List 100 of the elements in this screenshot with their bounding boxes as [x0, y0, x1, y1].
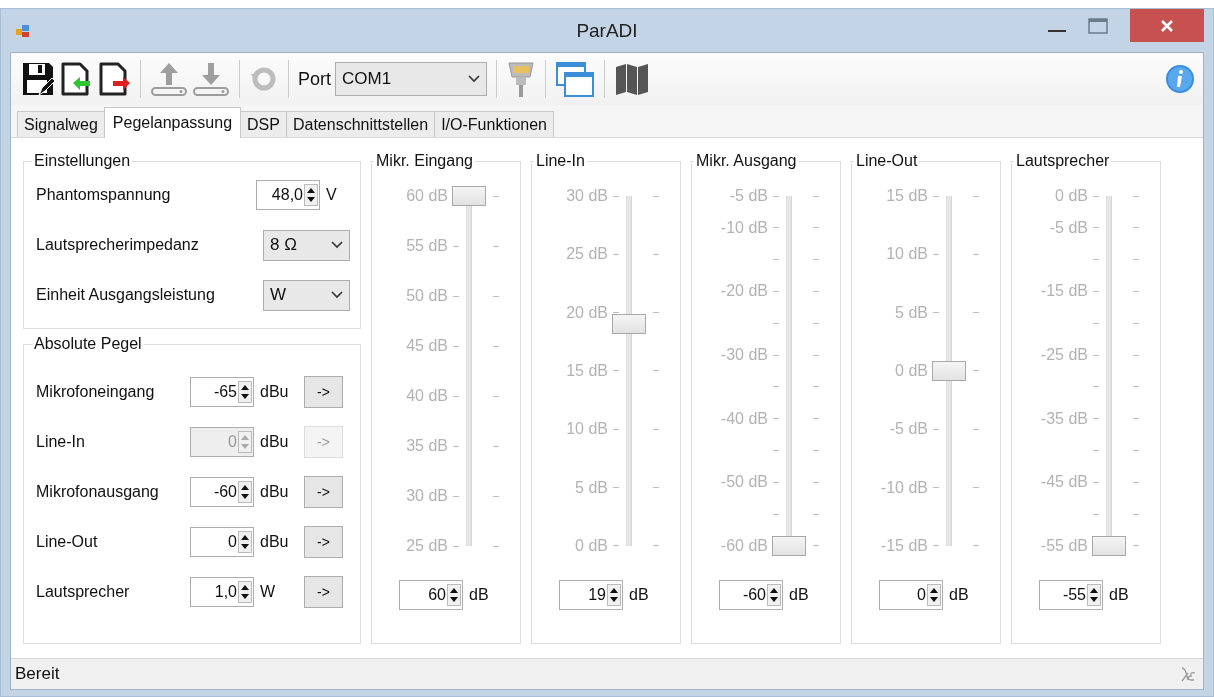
apply-button[interactable]: ->	[304, 476, 343, 508]
group-title: Absolute Pegel	[33, 335, 143, 353]
apply-button[interactable]: ->	[304, 576, 343, 608]
download-icon[interactable]	[192, 61, 230, 97]
tick-label: 5 dB	[894, 303, 928, 322]
tab[interactable]: DSP	[240, 111, 287, 137]
save-icon[interactable]	[21, 61, 55, 97]
slider-thumb[interactable]	[612, 314, 646, 335]
tick-label: -5 dB	[728, 187, 768, 205]
tick-label: 5 dB	[574, 478, 608, 497]
caret-icon	[468, 75, 480, 83]
slider-thumb[interactable]	[452, 186, 486, 206]
caret-icon	[331, 241, 343, 249]
tick-label: 60 dB	[405, 187, 448, 205]
tab[interactable]: Signalweg	[17, 111, 105, 137]
resize-grip-icon	[1179, 665, 1197, 683]
tab[interactable]: I/O-Funktionen	[434, 111, 554, 137]
spin-arrows-icon[interactable]	[238, 581, 252, 603]
tick-label: -15 dB	[879, 536, 928, 555]
tick-label: 20 dB	[565, 303, 608, 322]
setting-label: Einheit Ausgangsleistung	[35, 286, 216, 304]
spin-arrows-icon[interactable]	[304, 184, 318, 206]
close-icon	[1160, 18, 1174, 33]
connector-icon[interactable]	[506, 59, 536, 99]
tab[interactable]: Datenschnittstellen	[285, 111, 436, 137]
number-field[interactable]: -60	[719, 580, 783, 610]
document-import-icon[interactable]	[59, 61, 93, 97]
maximize-icon[interactable]	[1088, 17, 1108, 34]
number-field[interactable]: 0	[879, 580, 943, 610]
slider-thumb[interactable]	[772, 536, 806, 556]
level-label: Mikrofonausgang	[35, 483, 160, 501]
unit-label: dB	[629, 586, 650, 604]
apply-button[interactable]: ->	[304, 376, 343, 408]
group-title: Line-Out	[855, 152, 919, 170]
windows-icon[interactable]	[555, 60, 595, 98]
spin-arrows-icon[interactable]	[767, 584, 781, 606]
unit-label: V	[326, 186, 338, 204]
group-title: Einstellungen	[33, 152, 132, 170]
dropdown[interactable]: W	[263, 279, 350, 311]
tick-label: -20 dB	[719, 282, 768, 301]
spin-arrows-icon[interactable]	[238, 381, 252, 403]
number-field[interactable]: 60	[399, 580, 463, 610]
tab[interactable]: Pegelanpassung	[103, 107, 242, 138]
group-title: Lautsprecher	[1015, 152, 1111, 170]
close-button[interactable]	[1130, 9, 1204, 42]
apply-button[interactable]: ->	[304, 526, 343, 558]
unit-label: W	[260, 583, 277, 601]
map-icon[interactable]	[614, 61, 650, 97]
tick-label: 25 dB	[565, 245, 608, 264]
tick-label: -15 dB	[1039, 282, 1088, 301]
tick-label: 40 dB	[405, 387, 448, 405]
number-field[interactable]: -60	[190, 477, 254, 507]
unit-label: dB	[1109, 586, 1130, 604]
tick-label: 25 dB	[405, 537, 448, 555]
status-text: Bereit	[15, 664, 60, 684]
dropdown[interactable]: 8 Ω	[263, 229, 350, 261]
document-export-icon[interactable]	[97, 61, 131, 97]
tick-label: 0 dB	[574, 536, 608, 555]
setting-label: Phantomspannung	[35, 186, 172, 204]
spin-arrows-icon[interactable]	[1087, 584, 1101, 606]
spin-arrows-icon[interactable]	[238, 481, 252, 503]
tick-label: 0 dB	[1054, 187, 1088, 205]
level-label: Lautsprecher	[35, 583, 131, 601]
spin-arrows-icon[interactable]	[447, 584, 461, 606]
tick-label: 10 dB	[885, 245, 928, 264]
unit-label: dB	[949, 586, 970, 604]
slider-thumb[interactable]	[932, 361, 966, 381]
info-icon[interactable]	[1165, 64, 1195, 94]
tick-label: 10 dB	[565, 420, 608, 439]
level-label: Mikrofoneingang	[35, 383, 156, 401]
number-field[interactable]: -55	[1039, 580, 1103, 610]
tick-label: -5 dB	[888, 420, 928, 439]
port-label: Port	[298, 68, 331, 90]
tick-label: -35 dB	[1039, 409, 1088, 428]
unit-label: dBu	[260, 483, 290, 501]
upload-icon[interactable]	[150, 61, 188, 97]
tick-label: 45 dB	[405, 337, 448, 355]
port-dropdown[interactable]: COM1	[335, 62, 487, 96]
number-field[interactable]: -65	[190, 377, 254, 407]
spin-arrows-icon[interactable]	[607, 584, 621, 606]
spin-arrows-icon[interactable]	[238, 531, 252, 553]
slider-thumb[interactable]	[1092, 536, 1126, 556]
tick-label: 50 dB	[405, 287, 448, 305]
tick-label: 55 dB	[405, 237, 448, 255]
app-icon	[15, 22, 31, 39]
tick-label: 30 dB	[565, 187, 608, 205]
tick-label: 15 dB	[885, 187, 928, 205]
tick-label: 35 dB	[405, 437, 448, 455]
tick-label: -10 dB	[719, 218, 768, 237]
tick-label: 0 dB	[894, 362, 928, 380]
number-field[interactable]: 19	[559, 580, 623, 610]
spin-arrows-icon[interactable]	[927, 584, 941, 606]
unit-label: dBu	[260, 383, 290, 401]
number-field[interactable]: 48,0	[256, 180, 320, 210]
tick-label: -60 dB	[719, 536, 768, 555]
tick-label: -25 dB	[1039, 346, 1088, 365]
number-field[interactable]: 0	[190, 527, 254, 557]
level-label: Line-In	[35, 433, 86, 451]
number-field[interactable]: 1,0	[190, 577, 254, 607]
unit-label: dB	[469, 586, 490, 604]
